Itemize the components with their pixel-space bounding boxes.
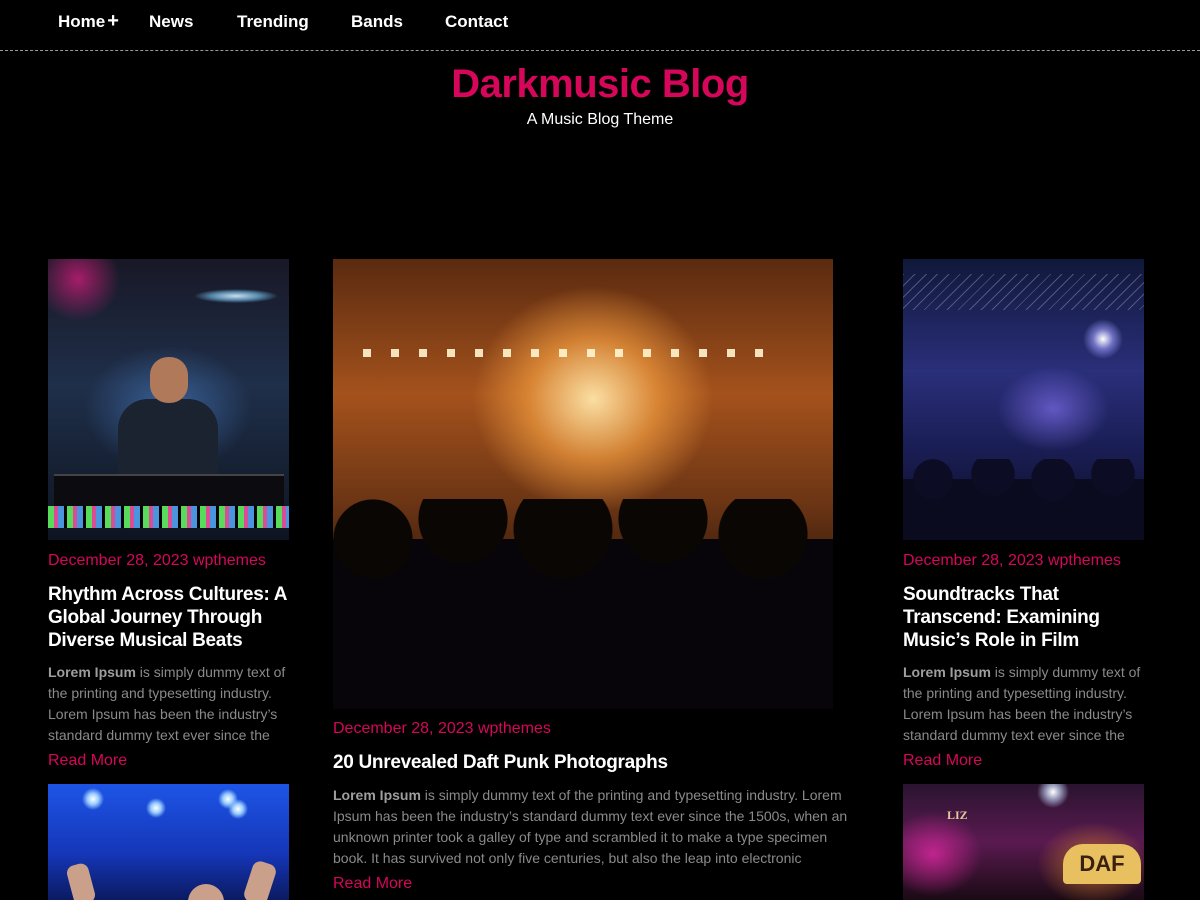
post-excerpt: Lorem Ipsum is simply dummy text of the … [333,785,848,869]
post-title[interactable]: Rhythm Across Cultures: A Global Journey… [48,583,289,652]
post-thumbnail-crowd[interactable] [333,259,833,709]
dj-figure-body [118,399,218,479]
post-thumbnail-lights[interactable] [48,784,289,900]
stage-lights [363,349,783,357]
read-more-link[interactable]: Read More [48,752,127,770]
post-meta[interactable]: December 28, 2023 wpthemes [48,552,266,570]
post-thumbnail-neon[interactable]: LIZ DAF [903,784,1144,900]
read-more-link[interactable]: Read More [903,752,982,770]
read-more-link[interactable]: Read More [333,875,412,893]
nav-item-home-label: Home [58,12,106,31]
nav-item-contact[interactable]: Contact [445,12,508,32]
nav-item-trending[interactable]: Trending [237,12,309,32]
nav-item-home[interactable]: Home + [58,10,119,32]
main-navigation: Home + News Trending Bands Contact [0,0,1200,51]
led-strip [48,506,289,528]
post-title[interactable]: 20 Unrevealed Daft Punk Photographs [333,751,833,774]
post-thumbnail-dj[interactable] [48,259,289,540]
site-title[interactable]: Darkmusic Blog [0,62,1200,107]
post-excerpt: Lorem Ipsum is simply dummy text of the … [48,662,289,746]
crowd-silhouette [903,459,1144,540]
dj-figure-head [150,357,188,403]
post-thumbnail-band[interactable] [903,259,1144,540]
raised-hand [65,861,97,900]
post-meta[interactable]: December 28, 2023 wpthemes [333,720,551,738]
raised-hand [242,859,278,900]
neon-sign-text: LIZ [947,808,968,822]
excerpt-bold: Lorem Ipsum [903,664,991,680]
excerpt-bold: Lorem Ipsum [48,664,136,680]
daf-badge: DAF [1063,844,1141,884]
nav-item-bands[interactable]: Bands [351,12,403,32]
dj-deck [54,474,284,510]
excerpt-bold: Lorem Ipsum [333,787,421,803]
head-silhouette [188,884,224,900]
post-title[interactable]: Soundtracks That Transcend: Examining Mu… [903,583,1144,652]
post-meta[interactable]: December 28, 2023 wpthemes [903,552,1121,570]
nav-item-news[interactable]: News [149,12,193,32]
site-tagline: A Music Blog Theme [526,111,674,128]
stage-truss [903,274,1144,310]
crowd-silhouette [333,499,833,709]
post-excerpt: Lorem Ipsum is simply dummy text of the … [903,662,1148,746]
submenu-plus-icon[interactable]: + [107,10,119,32]
